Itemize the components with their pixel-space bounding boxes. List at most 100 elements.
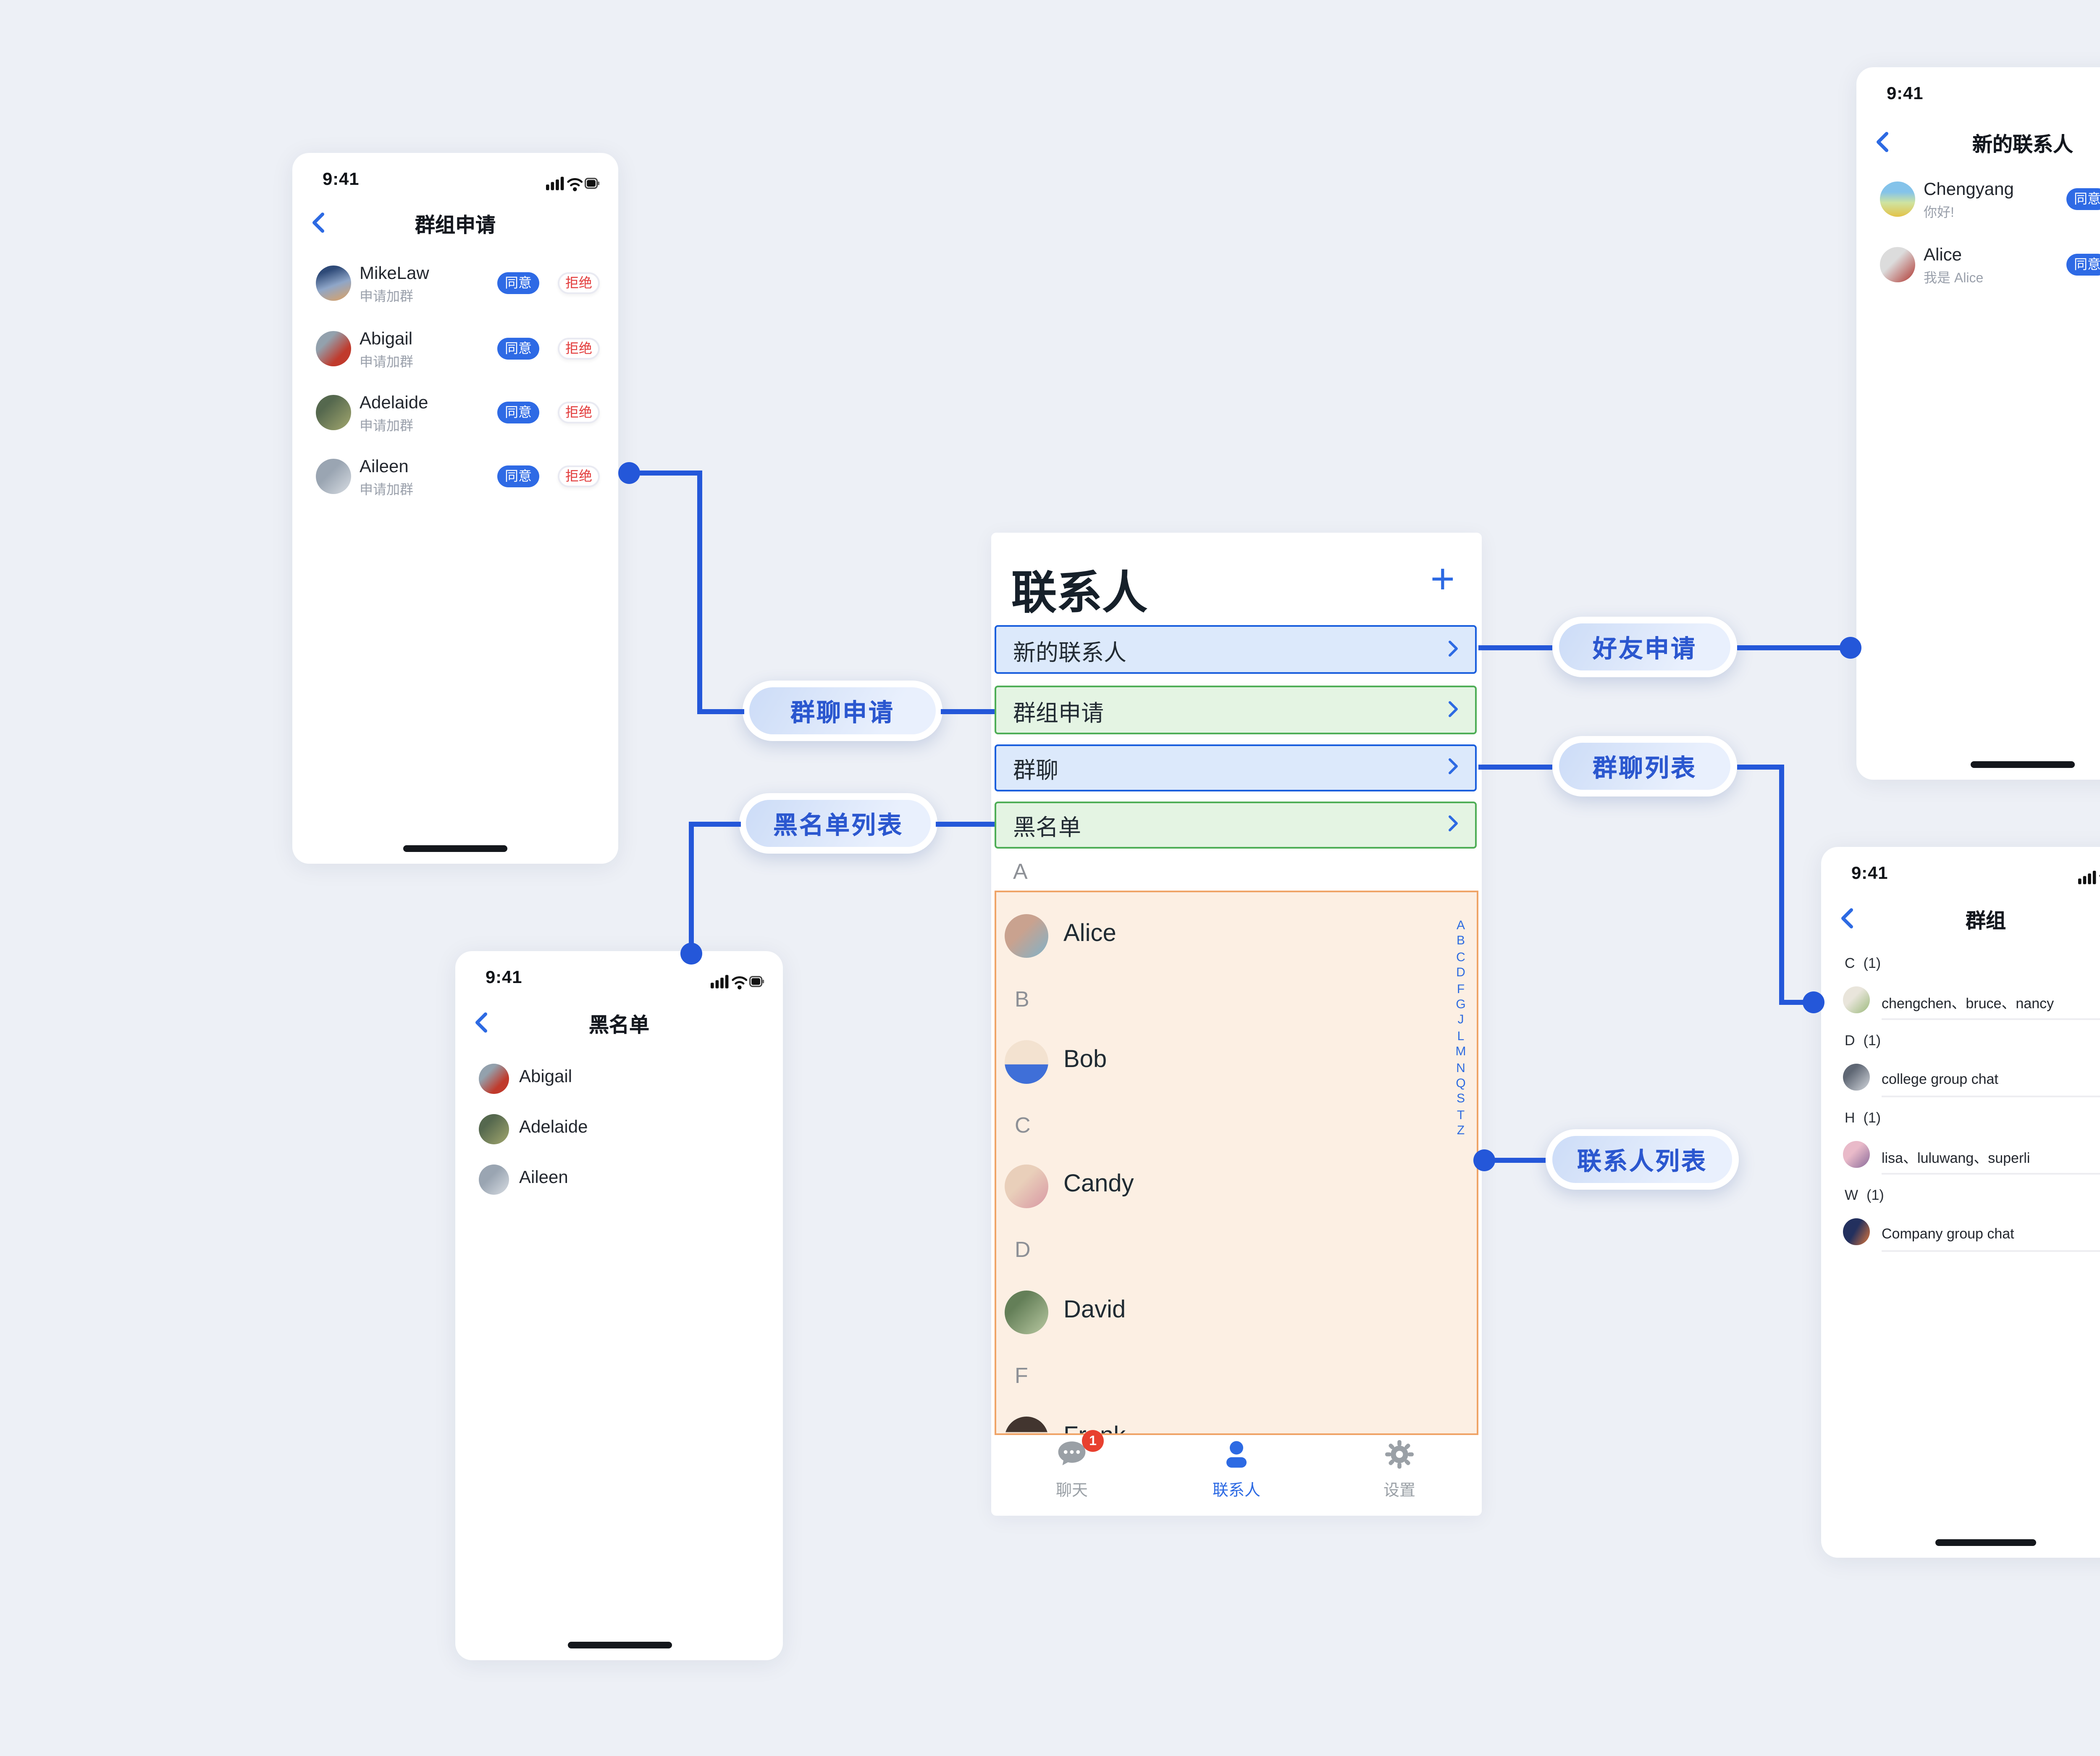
list-item[interactable]: Aileen [455,1158,783,1201]
contact-row[interactable]: Bob [996,1040,1477,1084]
contact-list-highlight-box: Alice B Bob C Candy D David F Frank [995,891,1478,1435]
divider [1882,1250,2100,1252]
phone-new-contacts-screen: 9:41 新的联系人 Chengyang 你好! 同意 拒绝 A [1856,67,2100,780]
design-canvas: 9:41 群组申请 MikeLaw 申请加群 同意 拒绝 Abi [0,0,2100,1756]
accept-button[interactable]: 同意 [2066,188,2100,210]
status-time: 9:41 [1851,864,1888,884]
group-item[interactable]: Company group chat [1821,1215,2100,1252]
tab-chat[interactable]: 1 聊天 [1021,1437,1122,1504]
chevron-right-icon [1448,695,1458,725]
connector-line [696,708,743,713]
menu-label: 黑名单 [1013,808,1081,842]
section-letter: A [1013,859,1028,884]
avatar [1880,247,1915,282]
phone-blacklist-screen: 9:41 黑名单 Abigail Adelaide A [455,951,783,1660]
accept-button[interactable]: 同意 [497,465,539,487]
accept-button[interactable]: 同意 [497,402,539,423]
connector-line [1737,644,1845,649]
reject-button[interactable]: 拒绝 [558,338,600,360]
menu-item-group-chat[interactable]: 群聊 [995,744,1477,791]
avatar [479,1114,509,1144]
list-item[interactable]: MikeLaw 申请加群 同意 拒绝 [292,259,618,309]
group-name: lisa、luluwang、superli [1882,1148,2030,1168]
connector-line [941,708,995,713]
menu-label: 群组申请 [1013,693,1104,727]
callout-friend-apply: 好友申请 [1552,617,1737,677]
page-title: 联系人 [1011,556,1147,622]
group-item[interactable]: lisa、luluwang、superli [1821,1138,2100,1175]
contact-row[interactable]: Alice [996,914,1477,958]
contact-name: Alice [1924,245,1962,266]
group-name: college group chat [1882,1070,1998,1087]
contact-row[interactable]: Frank [996,1417,1477,1435]
contact-subtitle: 申请加群 [360,481,413,499]
add-icon[interactable]: + [1431,560,1455,602]
connector-dot [1802,991,1824,1012]
contact-subtitle: 申请加群 [360,417,413,435]
connector-dot [680,942,701,964]
list-item[interactable]: Chengyang 你好! 同意 拒绝 [1856,175,2100,225]
contact-subtitle: 申请加群 [360,287,413,306]
section-letter: C [1015,1112,1031,1138]
contact-row[interactable]: Candy [996,1165,1477,1208]
reject-button[interactable]: 拒绝 [558,402,600,423]
avatar [1005,1165,1048,1208]
page-title: 群组申请 [292,210,618,239]
contact-subtitle: 我是 Alice [1924,269,1983,287]
group-item[interactable]: chengchen、bruce、nancy [1821,983,2100,1020]
accept-button[interactable]: 同意 [2066,254,2100,276]
group-name: Company group chat [1882,1225,2014,1242]
status-icons [2078,864,2100,894]
list-item[interactable]: Abigail [455,1057,783,1101]
menu-item-blacklist[interactable]: 黑名单 [995,802,1477,849]
tab-settings[interactable]: 设置 [1349,1437,1450,1504]
contact-subtitle: 申请加群 [360,353,413,371]
contact-name: Aileen [360,457,409,477]
connector-line [1779,764,1784,1004]
contact-name: Bob [1063,1047,1107,1074]
menu-label: 群聊 [1013,751,1058,785]
connector-line [1737,764,1784,769]
person-icon [1221,1440,1252,1477]
connector-dot [1839,636,1861,658]
home-indicator [1935,1538,2036,1546]
group-item[interactable]: college group chat [1821,1060,2100,1097]
tab-contacts[interactable]: 联系人 [1186,1437,1287,1504]
tab-label: 聊天 [1021,1477,1122,1501]
page-title: 群组 [1821,906,2100,934]
phone-groups-screen: 9:41 群组 C(1) chengchen、bruce、nancy D(1) [1821,847,2100,1558]
connector-line [1483,1157,1546,1162]
accept-button[interactable]: 同意 [497,272,539,294]
avatar [479,1165,509,1195]
list-item[interactable]: Adelaide [455,1107,783,1151]
avatar [1005,1291,1048,1334]
callout-contact-list: 联系人列表 [1546,1129,1739,1190]
contact-subtitle: 你好! [1924,203,1954,222]
divider [1882,1173,2100,1175]
home-indicator [1971,760,2075,768]
section-header: C(1) [1845,954,1881,971]
contact-row[interactable]: David [996,1291,1477,1334]
menu-item-group-apply[interactable]: 群组申请 [995,686,1477,734]
menu-item-new-contacts[interactable]: 新的联系人 [995,625,1477,674]
reject-button[interactable]: 拒绝 [558,465,600,487]
section-letter: D [1015,1237,1031,1262]
alphabet-index[interactable]: ABCDFGJLMNQSTZ [1452,917,1470,1139]
reject-button[interactable]: 拒绝 [558,272,600,294]
unread-badge: 1 [1082,1430,1104,1452]
section-header: D(1) [1845,1032,1881,1049]
contacts-main-screen: 联系人 + 新的联系人 群组申请 群聊 黑名单 A Alice B [991,533,1482,1516]
accept-button[interactable]: 同意 [497,338,539,360]
connector-line [1478,764,1552,769]
list-item[interactable]: Alice 我是 Alice 同意 拒绝 [1856,240,2100,291]
group-name: chengchen、bruce、nancy [1882,993,2054,1013]
avatar [316,331,351,366]
list-item[interactable]: Abigail 申请加群 同意 拒绝 [292,324,618,375]
avatar [316,395,351,430]
list-item[interactable]: Aileen 申请加群 同意 拒绝 [292,452,618,502]
avatar [1005,1417,1048,1435]
avatar [1843,1141,1870,1168]
list-item[interactable]: Adelaide 申请加群 同意 拒绝 [292,388,618,439]
contact-name: Abigail [519,1067,572,1087]
status-time: 9:41 [486,968,522,988]
